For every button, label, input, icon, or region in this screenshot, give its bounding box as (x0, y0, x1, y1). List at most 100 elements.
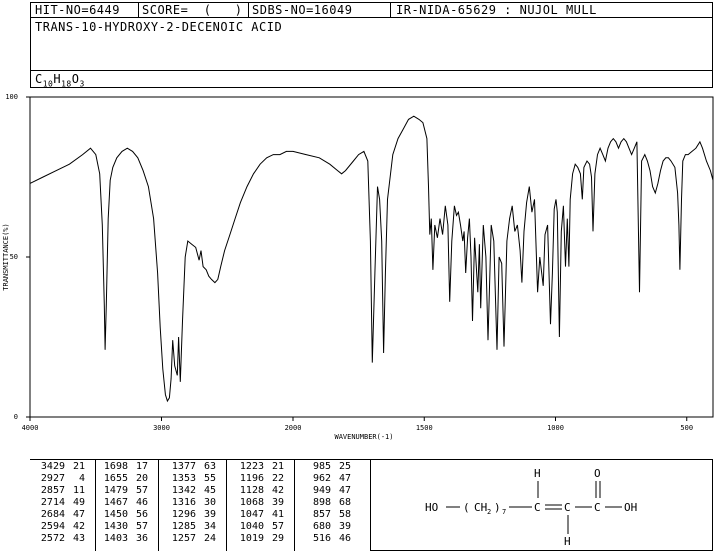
peak-wavenumber: 1128 (239, 485, 264, 496)
hydrogen-label: H (564, 535, 571, 548)
peak-wavenumber: 680 (312, 521, 331, 532)
peak-row: 1068 39 (236, 497, 284, 509)
peak-transmittance: 34 (203, 521, 216, 532)
x-tick-label: 3000 (153, 424, 170, 432)
chart-ticks: 4000 3000 2000 1500 1000 500 0 50 100 (5, 93, 693, 432)
peak-transmittance: 11 (72, 485, 85, 496)
peak-row: 1223 21 (236, 461, 284, 473)
oxygen-label: O (594, 467, 601, 480)
peak-row: 1047 41 (236, 509, 284, 521)
carbon-label: C (564, 501, 571, 514)
hydroxyl-label: OH (624, 501, 637, 514)
peak-column: 1377 63 1353 55 1342 45 1316 30 1296 39 1285 34 1257… (168, 461, 216, 545)
peak-transmittance: 49 (72, 497, 85, 508)
peak-wavenumber: 1223 (239, 461, 264, 472)
peak-row: 1342 45 (168, 485, 216, 497)
peak-transmittance: 57 (271, 521, 284, 532)
peak-row: 2857 11 (37, 485, 85, 497)
peak-row: 1467 46 (100, 497, 148, 509)
peak-wavenumber: 2594 (40, 521, 65, 532)
peak-wavenumber: 2927 (40, 473, 65, 484)
peak-row: 1019 29 (236, 533, 284, 545)
peak-transmittance: 42 (72, 521, 85, 532)
peak-wavenumber: 962 (312, 473, 331, 484)
peak-wavenumber: 1316 (171, 497, 196, 508)
peak-transmittance: 36 (135, 533, 148, 544)
peak-transmittance: 68 (338, 497, 351, 508)
peak-row: 898 68 (303, 497, 351, 509)
peak-wavenumber: 1430 (103, 521, 128, 532)
peak-column: 1223 21 1196 22 1128 42 1068 39 1047 41 1040 57 1019… (236, 461, 284, 545)
x-axis-label: WAVENUMBER(-1) (334, 433, 393, 441)
peak-transmittance: 57 (135, 485, 148, 496)
peak-transmittance: 22 (271, 473, 284, 484)
peak-row: 2714 49 (37, 497, 85, 509)
peak-wavenumber: 1467 (103, 497, 128, 508)
peak-row: 985 25 (303, 461, 351, 473)
chart-axes (29, 96, 714, 418)
ir-spectrum-chart: 4000 3000 2000 1500 1000 500 0 50 100 WAVENUMBER… (2, 93, 714, 441)
peak-row: 1296 39 (168, 509, 216, 521)
peak-wavenumber: 1655 (103, 473, 128, 484)
x-tick-label: 1000 (547, 424, 564, 432)
peak-transmittance: 4 (78, 473, 85, 484)
peak-row: 3429 21 (37, 461, 85, 473)
peak-wavenumber: 2684 (40, 509, 65, 520)
peak-transmittance: 55 (203, 473, 216, 484)
peak-wavenumber: 3429 (40, 461, 65, 472)
peak-transmittance: 39 (338, 521, 351, 532)
peak-wavenumber: 1450 (103, 509, 128, 520)
peak-wavenumber: 2857 (40, 485, 65, 496)
peak-transmittance: 24 (203, 533, 216, 544)
hydrogen-label: H (534, 467, 541, 480)
y-axis-label: TRANSMITTANCE(%) (2, 223, 10, 290)
peak-transmittance: 42 (271, 485, 284, 496)
peak-column-divider (158, 459, 159, 551)
peak-transmittance: 47 (72, 509, 85, 520)
peak-transmittance: 21 (72, 461, 85, 472)
peak-transmittance: 25 (338, 461, 351, 472)
peak-transmittance: 43 (72, 533, 85, 544)
peak-row: 2572 43 (37, 533, 85, 545)
peak-transmittance: 46 (135, 497, 148, 508)
peak-row: 1257 24 (168, 533, 216, 545)
peak-transmittance: 20 (135, 473, 148, 484)
ch2-subscript: 2 (487, 508, 491, 516)
x-tick-label: 4000 (22, 424, 39, 432)
spectrum-line (29, 115, 714, 403)
peak-wavenumber: 1479 (103, 485, 128, 496)
peak-wavenumber: 1047 (239, 509, 264, 520)
peak-row: 1285 34 (168, 521, 216, 533)
peak-transmittance: 39 (203, 509, 216, 520)
peak-row: 1479 57 (100, 485, 148, 497)
peak-transmittance: 57 (135, 521, 148, 532)
peak-wavenumber: 1296 (171, 509, 196, 520)
peak-column: 1698 17 1655 20 1479 57 1467 46 1450 56 1430 57 1403… (100, 461, 148, 545)
peak-row: 1698 17 (100, 461, 148, 473)
y-tick-label: 0 (14, 413, 18, 421)
peak-wavenumber: 857 (312, 509, 331, 520)
peak-column: 3429 21 2927 4 2857 11 2714 49 2684 47 2594 42 2572 4… (37, 461, 85, 545)
peak-wavenumber: 949 (312, 485, 331, 496)
chemical-structure: HO ( CH 2 ) 7 C C C OH H O H (425, 467, 637, 548)
peak-row: 1353 55 (168, 473, 216, 485)
peak-wavenumber: 1040 (239, 521, 264, 532)
paren-open: ( (463, 501, 470, 514)
peak-wavenumber: 1698 (103, 461, 128, 472)
x-tick-label: 1500 (416, 424, 433, 432)
carbon-label: C (594, 501, 601, 514)
peak-row: 1040 57 (236, 521, 284, 533)
peak-row: 1128 42 (236, 485, 284, 497)
peak-transmittance: 39 (271, 497, 284, 508)
plot-frame (29, 96, 714, 418)
carbon-label: C (534, 501, 541, 514)
peak-wavenumber: 1285 (171, 521, 196, 532)
peak-row: 1403 36 (100, 533, 148, 545)
peak-row: 1377 63 (168, 461, 216, 473)
peak-wavenumber: 1019 (239, 533, 264, 544)
y-tick-label: 100 (5, 93, 18, 101)
x-tick-label: 2000 (285, 424, 302, 432)
peak-row: 2594 42 (37, 521, 85, 533)
peak-column-divider (226, 459, 227, 551)
peak-row: 2684 47 (37, 509, 85, 521)
